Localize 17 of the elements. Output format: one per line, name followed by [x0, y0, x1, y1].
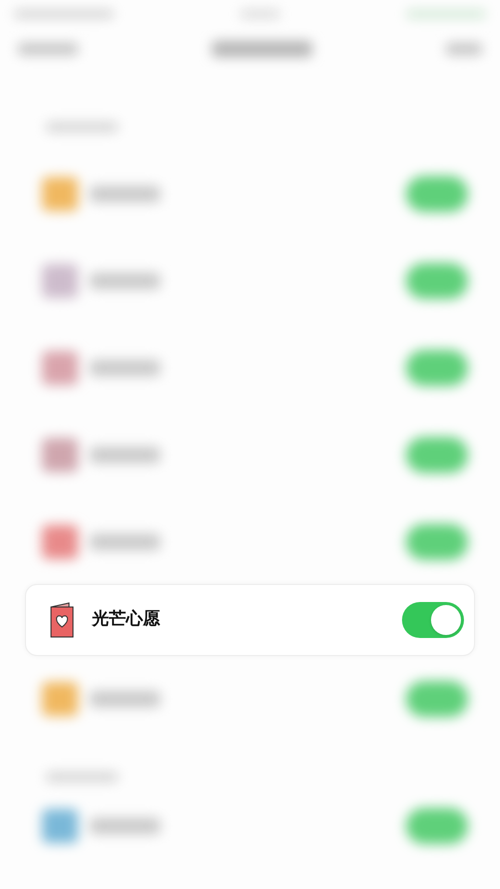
blurred-label	[90, 360, 160, 376]
toggle-switch[interactable]	[406, 524, 468, 560]
toggle-switch[interactable]	[406, 680, 468, 716]
toggle-switch[interactable]	[406, 436, 468, 472]
blurred-label	[90, 186, 160, 202]
toggle-switch[interactable]	[406, 176, 468, 212]
blurred-label	[90, 446, 160, 462]
row-label: 光芒心愿	[92, 608, 160, 632]
blurred-label	[90, 818, 160, 834]
card-heart-icon	[50, 602, 74, 638]
toggle-switch[interactable]	[406, 262, 468, 298]
blurred-label	[90, 534, 160, 550]
blurred-label	[90, 272, 160, 288]
toggle-switch[interactable]	[406, 808, 468, 844]
blurred-label	[90, 690, 160, 706]
toggle-switch[interactable]	[402, 602, 464, 638]
toggle-switch[interactable]	[406, 350, 468, 386]
